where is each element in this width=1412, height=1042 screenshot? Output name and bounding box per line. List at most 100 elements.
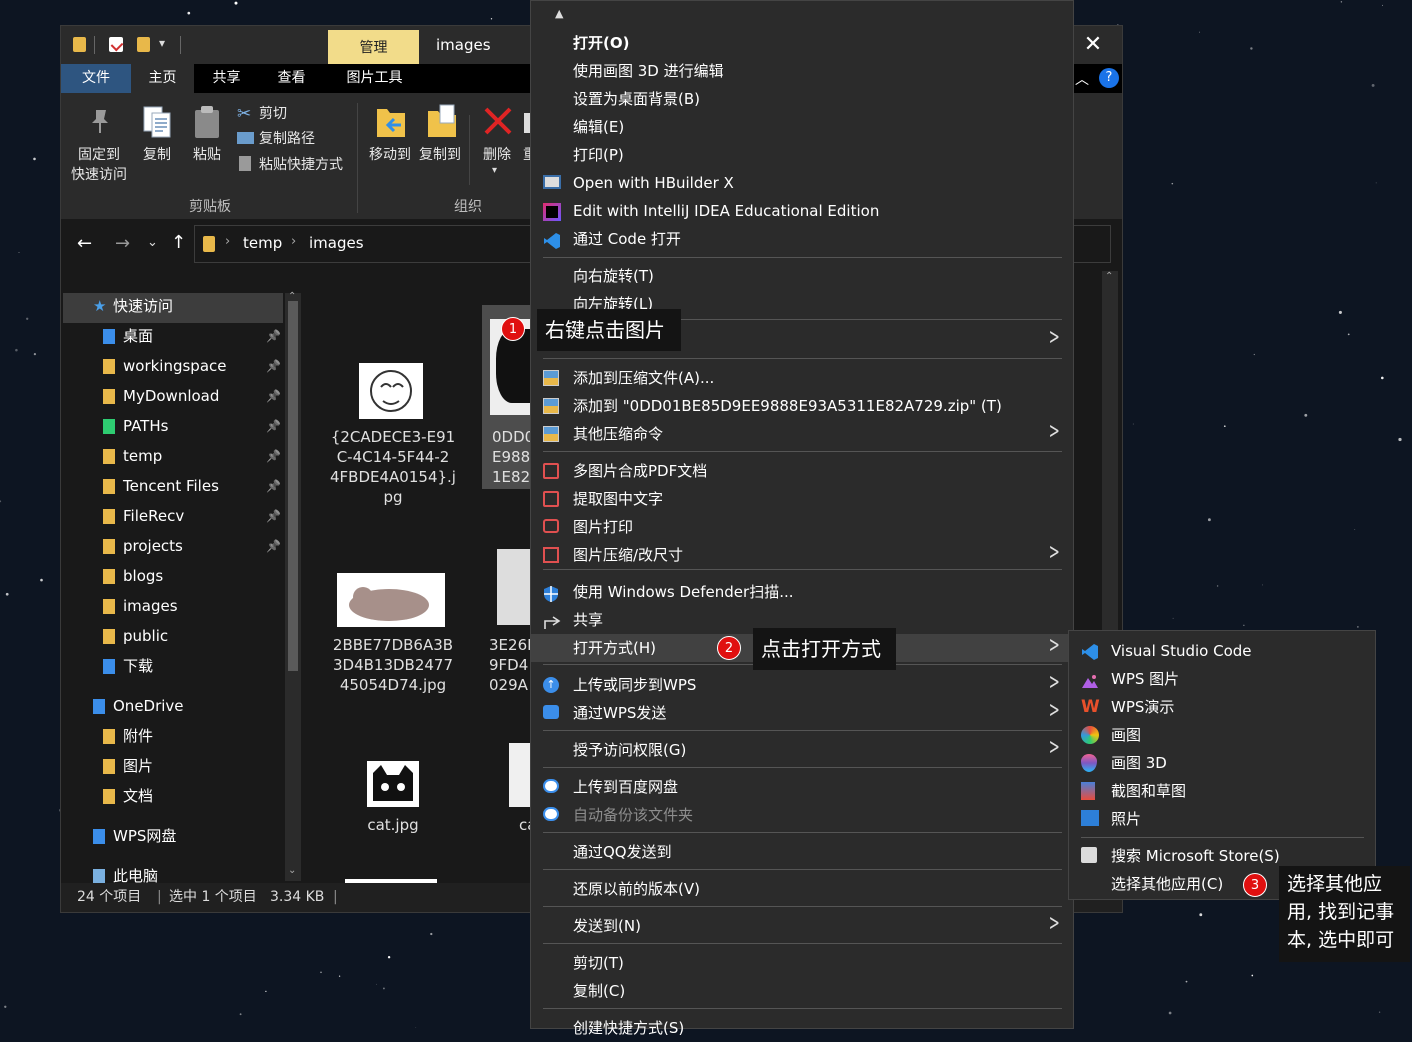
pin-icon[interactable]: 📌 bbox=[266, 441, 281, 471]
breadcrumb-images[interactable]: images bbox=[309, 234, 364, 252]
context-menu-item[interactable]: 使用 Windows Defender扫描... bbox=[531, 578, 1073, 606]
back-arrow-icon[interactable]: ← bbox=[77, 233, 92, 254]
nav-item[interactable]: ★ 快速访问 bbox=[61, 291, 283, 321]
recent-locations-chevron-icon[interactable]: ⌄ bbox=[147, 235, 158, 250]
tab-file[interactable]: 文件 bbox=[61, 64, 131, 93]
copy-path-button[interactable]: 复制路径 bbox=[259, 128, 315, 148]
nav-item[interactable]: images bbox=[61, 591, 283, 621]
open-with-item[interactable]: Visual Studio Code bbox=[1069, 637, 1375, 665]
context-menu-item[interactable]: 上传到百度网盘 bbox=[531, 773, 1073, 801]
context-menu-item[interactable]: 图片压缩/改尺寸 > bbox=[531, 540, 1073, 569]
context-menu-item[interactable]: 通过WPS发送 > bbox=[531, 698, 1073, 727]
nav-item[interactable]: public bbox=[61, 621, 283, 651]
context-menu-item[interactable]: 打开(O) bbox=[531, 29, 1073, 57]
paste-button[interactable]: 粘贴 bbox=[187, 145, 227, 165]
nav-item[interactable]: blogs bbox=[61, 561, 283, 591]
properties-icon[interactable] bbox=[109, 37, 124, 52]
manage-tab[interactable]: 管理 bbox=[328, 30, 419, 64]
context-menu-item[interactable]: 其他压缩命令 > bbox=[531, 419, 1073, 448]
scroll-down-icon[interactable]: ⌄ bbox=[288, 865, 296, 876]
context-menu-item[interactable]: 通过QQ发送到 bbox=[531, 838, 1073, 866]
breadcrumb-temp[interactable]: temp bbox=[243, 234, 282, 252]
context-menu-item[interactable]: 编辑(E) bbox=[531, 113, 1073, 141]
file-item[interactable]: 2BBE77DB6A3B 3D4B13DB2477 45054D74.jpg bbox=[315, 567, 471, 707]
context-menu-item[interactable]: 剪切(T) bbox=[531, 949, 1073, 977]
context-menu-item[interactable]: 还原以前的版本(V) bbox=[531, 875, 1073, 903]
file-item[interactable]: {2CADECE3-E91 C-4C14-5F44-2 4FBDE4A0154}… bbox=[315, 351, 471, 531]
pin-icon[interactable]: 📌 bbox=[266, 471, 281, 501]
nav-item[interactable]: WPS网盘 bbox=[61, 821, 283, 851]
context-menu-item[interactable]: 添加到压缩文件(A)... bbox=[531, 364, 1073, 392]
collapse-ribbon-icon[interactable]: ︿ bbox=[1075, 69, 1089, 89]
address-bar[interactable]: › temp › images bbox=[194, 225, 534, 263]
nav-item[interactable]: 文档 bbox=[61, 781, 283, 811]
tab-picture-tools[interactable]: 图片工具 bbox=[332, 64, 417, 93]
context-menu-item[interactable]: 授予访问权限(G) > bbox=[531, 735, 1073, 764]
context-menu-item[interactable]: ↑ 上传或同步到WPS > bbox=[531, 670, 1073, 699]
context-menu-item[interactable]: 通过 Code 打开 bbox=[531, 225, 1073, 253]
cut-button[interactable]: 剪切 bbox=[259, 103, 287, 123]
nav-item[interactable]: Tencent Files 📌 bbox=[61, 471, 283, 501]
context-menu-item[interactable]: 复制(C) bbox=[531, 977, 1073, 1005]
context-menu-item[interactable]: 自动备份该文件夹 bbox=[531, 801, 1073, 829]
context-menu-item[interactable]: 图片打印 bbox=[531, 513, 1073, 541]
copy-to-button[interactable]: 复制到 bbox=[415, 145, 465, 165]
context-menu-item[interactable]: 向右旋转(T) bbox=[531, 262, 1073, 290]
nav-scrollbar[interactable]: ⌃ ⌄ bbox=[285, 291, 301, 881]
tab-home[interactable]: 主页 bbox=[131, 64, 194, 93]
nav-item[interactable]: 此电脑 bbox=[61, 861, 283, 883]
help-icon[interactable]: ? bbox=[1099, 68, 1119, 88]
move-to-button[interactable]: 移动到 bbox=[365, 145, 415, 165]
pin-icon[interactable]: 📌 bbox=[266, 501, 281, 531]
forward-arrow-icon[interactable]: → bbox=[115, 233, 130, 254]
pin-icon[interactable]: 📌 bbox=[266, 351, 281, 381]
close-button[interactable]: ✕ bbox=[1079, 31, 1107, 59]
nav-item[interactable]: FileRecv 📌 bbox=[61, 501, 283, 531]
pin-icon[interactable]: 📌 bbox=[266, 411, 281, 441]
context-menu-item[interactable]: 设置为桌面背景(B) bbox=[531, 85, 1073, 113]
context-menu-item[interactable]: 打印(P) bbox=[531, 141, 1073, 169]
open-with-item[interactable]: 截图和草图 bbox=[1069, 777, 1375, 805]
scroll-up-arrow-icon[interactable]: ▲ bbox=[555, 7, 563, 20]
pin-icon[interactable]: 📌 bbox=[266, 321, 281, 351]
paste-shortcut-button[interactable]: 粘贴快捷方式 bbox=[259, 154, 343, 174]
nav-item[interactable]: MyDownload 📌 bbox=[61, 381, 283, 411]
nav-item[interactable]: OneDrive bbox=[61, 691, 283, 721]
context-menu-item[interactable]: 多图片合成PDF文档 bbox=[531, 457, 1073, 485]
delete-button[interactable]: 删除 bbox=[477, 145, 517, 165]
file-item[interactable]: cat.jpg bbox=[315, 757, 471, 847]
open-with-item[interactable]: 照片 bbox=[1069, 805, 1375, 833]
pin-icon[interactable]: 📌 bbox=[266, 381, 281, 411]
pin-to-quick-access-button[interactable]: 固定到 快速访问 bbox=[67, 145, 131, 185]
file-item[interactable]: 3E26F 9FD4 029A bbox=[485, 547, 531, 707]
nav-item[interactable]: 下载 bbox=[61, 651, 283, 681]
open-with-item[interactable]: W WPS演示 bbox=[1069, 693, 1375, 721]
context-menu-item[interactable]: 创建快捷方式(S) bbox=[531, 1014, 1073, 1042]
tab-share[interactable]: 共享 bbox=[199, 64, 254, 93]
tab-view[interactable]: 查看 bbox=[264, 64, 319, 93]
nav-item[interactable]: projects 📌 bbox=[61, 531, 283, 561]
nav-item[interactable]: PATHs 📌 bbox=[61, 411, 283, 441]
context-menu-item[interactable]: Open with HBuilder X bbox=[531, 169, 1073, 197]
nav-item[interactable]: 图片 bbox=[61, 751, 283, 781]
nav-item[interactable]: workingspace 📌 bbox=[61, 351, 283, 381]
copy-button[interactable]: 复制 bbox=[137, 145, 177, 165]
context-menu-item[interactable]: 提取图中文字 bbox=[531, 485, 1073, 513]
open-with-item[interactable]: WPS 图片 bbox=[1069, 665, 1375, 693]
context-menu-item[interactable]: Edit with IntelliJ IDEA Educational Edit… bbox=[531, 197, 1073, 225]
context-menu-item[interactable]: 使用画图 3D 进行编辑 bbox=[531, 57, 1073, 85]
new-folder-icon[interactable] bbox=[137, 37, 150, 52]
file-item[interactable]: ca bbox=[501, 741, 531, 841]
nav-item[interactable]: 附件 bbox=[61, 721, 283, 751]
open-with-item[interactable]: 画图 3D bbox=[1069, 749, 1375, 777]
context-menu-item[interactable]: 添加到 "0DD01BE85D9EE9888E93A5311E82A729.zi… bbox=[531, 392, 1073, 420]
open-with-item[interactable]: 画图 bbox=[1069, 721, 1375, 749]
pin-icon[interactable]: 📌 bbox=[266, 531, 281, 561]
nav-item[interactable]: 桌面 📌 bbox=[61, 321, 283, 351]
customize-toolbar-icon[interactable]: ▾ bbox=[159, 36, 165, 50]
nav-scroll-thumb[interactable] bbox=[288, 301, 298, 671]
scroll-up-icon[interactable]: ⌃ bbox=[1105, 271, 1113, 282]
up-arrow-icon[interactable]: ↑ bbox=[171, 232, 186, 253]
nav-item[interactable]: temp 📌 bbox=[61, 441, 283, 471]
context-menu-item[interactable]: 发送到(N) > bbox=[531, 911, 1073, 940]
